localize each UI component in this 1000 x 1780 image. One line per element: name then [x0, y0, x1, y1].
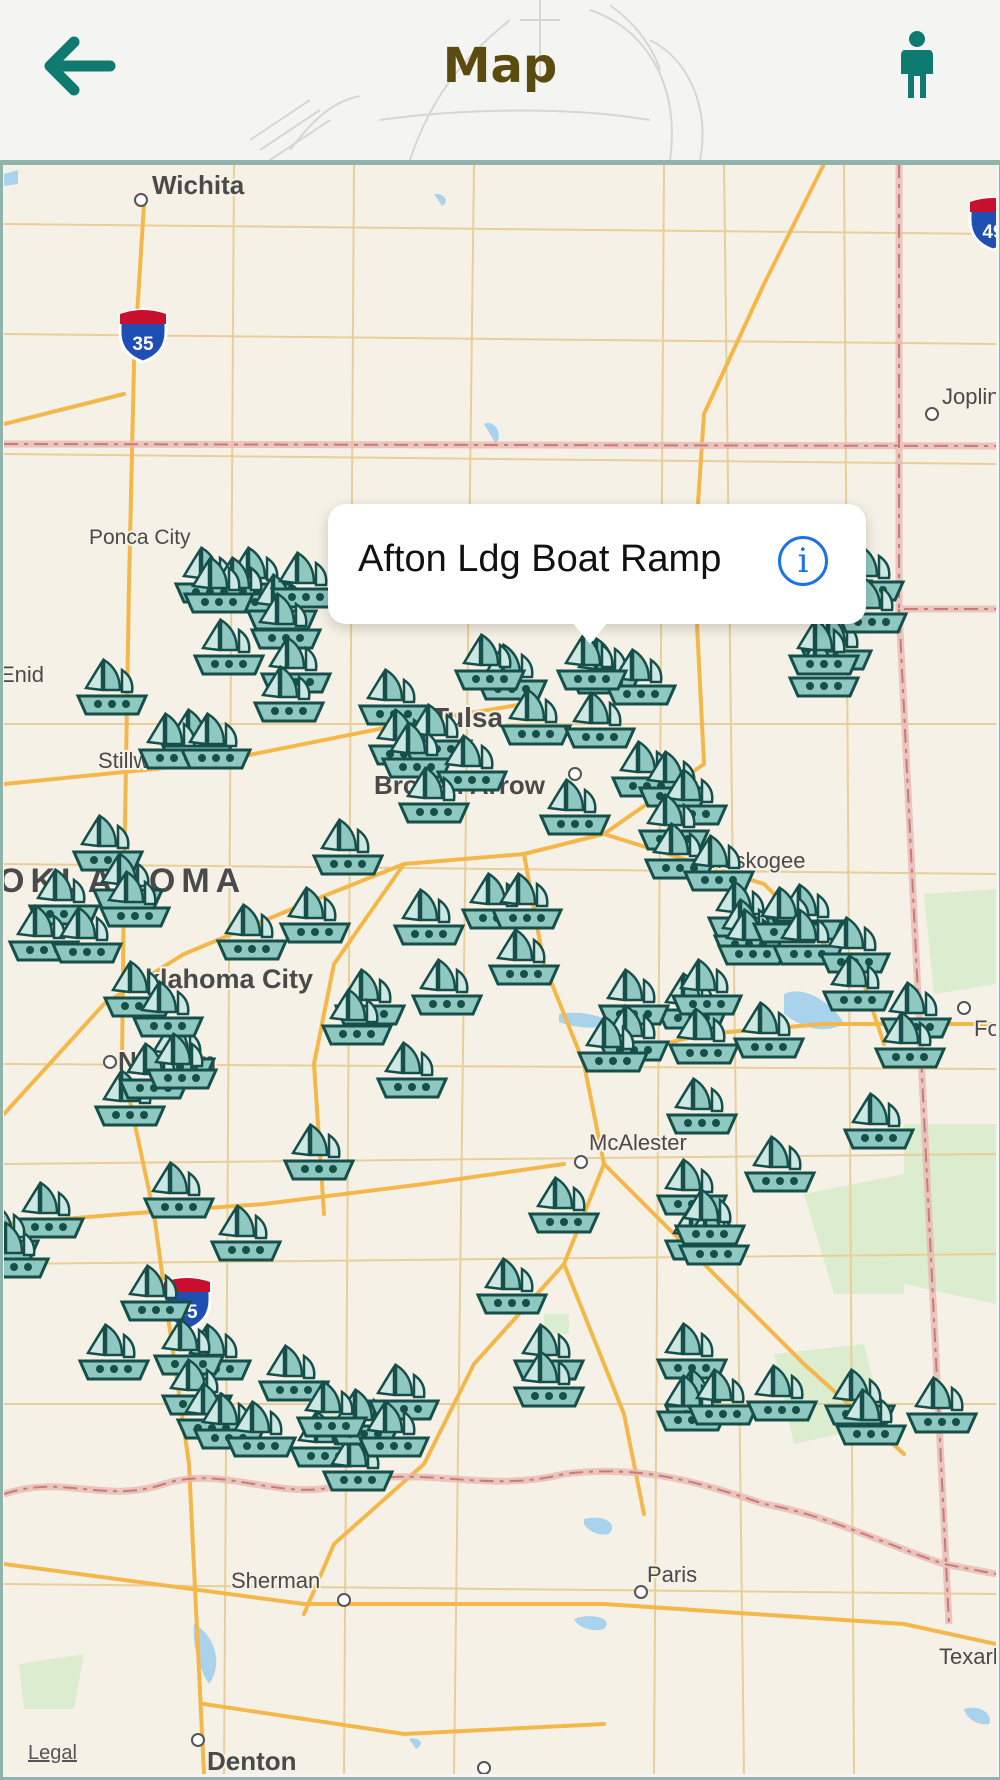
- city-label-texarkana: Texarkana: [939, 1644, 996, 1669]
- city-label-paris: Paris: [647, 1562, 697, 1587]
- map-canvas[interactable]: Wichita Ponca City Enid Stillwater Tulsa…: [4, 164, 996, 1774]
- user-button[interactable]: [896, 30, 938, 100]
- page-title: Map: [442, 38, 558, 94]
- legal-link[interactable]: Legal: [28, 1742, 77, 1765]
- interstate-shield-49-label: 49: [982, 222, 996, 243]
- marker-callout[interactable]: Afton Ldg Boat Ramp i: [328, 504, 866, 644]
- city-label-enid: Enid: [4, 662, 44, 687]
- info-icon: i: [797, 541, 809, 581]
- city-label-fort-smith: Fort Smith: [974, 1016, 996, 1041]
- city-label-denton: Denton: [207, 1746, 297, 1774]
- person-icon: [901, 31, 933, 98]
- callout-title: Afton Ldg Boat Ramp: [358, 538, 722, 580]
- map-view[interactable]: Wichita Ponca City Enid Stillwater Tulsa…: [4, 164, 996, 1774]
- interstate-shield-35-north-label: 35: [132, 334, 154, 355]
- info-button[interactable]: i: [778, 536, 828, 586]
- city-label-wichita: Wichita: [152, 170, 245, 200]
- city-label-joplin: Joplin: [942, 384, 996, 409]
- header-bar: Map: [0, 0, 1000, 163]
- city-label-mcalester: McAlester: [589, 1130, 687, 1155]
- city-label-sherman: Sherman: [231, 1568, 320, 1593]
- city-label-ponca-city: Ponca City: [89, 526, 191, 549]
